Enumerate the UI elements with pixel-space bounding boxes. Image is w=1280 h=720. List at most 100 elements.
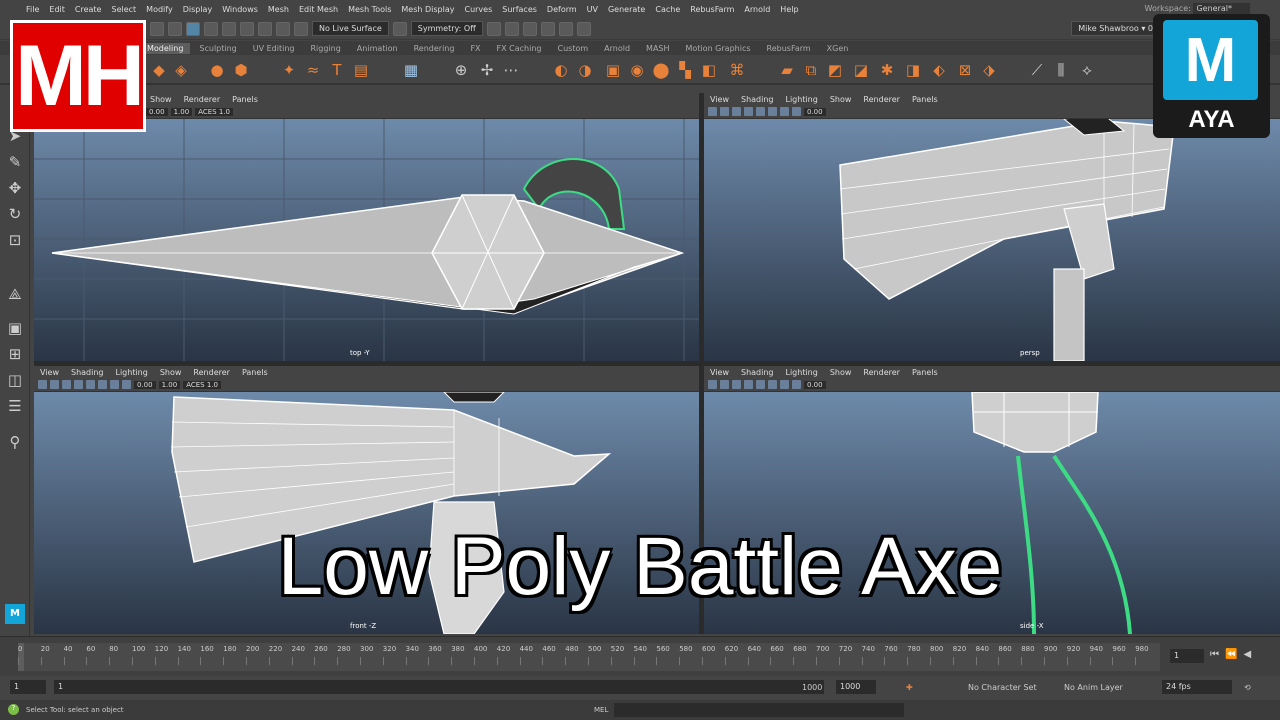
symmetry-icon[interactable]: [392, 21, 407, 36]
wireframe-icon[interactable]: [732, 107, 741, 116]
panel-menu-panels[interactable]: Panels: [912, 95, 938, 104]
shaded-icon[interactable]: [744, 107, 753, 116]
range-bar[interactable]: 1: [54, 680, 824, 694]
shadow-icon[interactable]: [780, 107, 789, 116]
wireframe-icon[interactable]: [732, 380, 741, 389]
step-back-icon[interactable]: ⏪: [1225, 649, 1237, 660]
menu-curves[interactable]: Curves: [464, 5, 492, 14]
component-mode-icon[interactable]: [204, 21, 218, 36]
panel-menu-show[interactable]: Show: [830, 95, 852, 104]
shadow-icon[interactable]: [110, 380, 119, 389]
light-icon[interactable]: [768, 107, 777, 116]
menu-uv[interactable]: UV: [587, 5, 598, 14]
curve-icon[interactable]: ≈: [304, 61, 322, 79]
shelf-tab-fx-caching[interactable]: FX Caching: [490, 43, 549, 54]
xray-icon[interactable]: [792, 380, 801, 389]
panel-menu-show[interactable]: Show: [830, 368, 852, 377]
panel-menu-show[interactable]: Show: [150, 95, 172, 104]
menu-generate[interactable]: Generate: [608, 5, 645, 14]
workspace-selector[interactable]: Workspace: General*: [1145, 3, 1250, 14]
redo-icon[interactable]: [168, 21, 182, 36]
star-icon[interactable]: ✦: [280, 61, 298, 79]
snap-curve-icon[interactable]: [240, 21, 254, 36]
menu-rebusfarm[interactable]: RebusFarm: [690, 5, 734, 14]
colorspace-field[interactable]: ACES 1.0: [195, 107, 233, 116]
extrude-icon[interactable]: ◩: [826, 61, 844, 79]
outliner-icon[interactable]: ☰: [5, 396, 25, 416]
pause-icon[interactable]: [576, 21, 591, 36]
panel-menu-renderer[interactable]: Renderer: [863, 95, 900, 104]
gamma-field[interactable]: 1.00: [170, 107, 193, 116]
panel-menu-shading[interactable]: Shading: [741, 95, 774, 104]
panel-menu-renderer[interactable]: Renderer: [193, 368, 230, 377]
menu-cache[interactable]: Cache: [655, 5, 680, 14]
move-icon[interactable]: ✥: [5, 178, 25, 198]
texture-icon[interactable]: [756, 107, 765, 116]
poke-icon[interactable]: ⊠: [956, 61, 974, 79]
render-icon[interactable]: [504, 21, 519, 36]
shelf-tab-sculpting[interactable]: Sculpting: [192, 43, 243, 54]
lasso-tool-icon[interactable]: ✎: [5, 152, 25, 172]
extract-icon[interactable]: ▣: [604, 61, 622, 79]
grid-icon[interactable]: [720, 380, 729, 389]
camera-icon[interactable]: [708, 380, 717, 389]
menu-display[interactable]: Display: [183, 5, 213, 14]
shelf-tab-fx[interactable]: FX: [463, 43, 487, 54]
history-icon[interactable]: [486, 21, 501, 36]
menu-file[interactable]: File: [26, 5, 39, 14]
svg-icon[interactable]: ▤: [352, 61, 370, 79]
collapse-icon[interactable]: ◨: [904, 61, 922, 79]
snap-surface-icon[interactable]: [276, 21, 290, 36]
menu-deform[interactable]: Deform: [547, 5, 577, 14]
shadow-icon[interactable]: [780, 380, 789, 389]
freeze-icon[interactable]: ✢: [478, 61, 496, 79]
shaded-icon[interactable]: [74, 380, 83, 389]
grid-icon[interactable]: [720, 107, 729, 116]
single-layout-icon[interactable]: ▣: [5, 318, 25, 338]
menu-edit[interactable]: Edit: [49, 5, 65, 14]
panel-menu-lighting[interactable]: Lighting: [785, 95, 817, 104]
wedge-icon[interactable]: ⬗: [980, 61, 998, 79]
panel-menu-shading[interactable]: Shading: [741, 368, 774, 377]
hypershade-icon[interactable]: [558, 21, 573, 36]
panel-menu-panels[interactable]: Panels: [232, 95, 258, 104]
play-back-icon[interactable]: ◀: [1243, 649, 1251, 660]
workspace-value[interactable]: General*: [1193, 3, 1250, 14]
exposure-field[interactable]: 0.00: [804, 380, 826, 389]
boolean-icon[interactable]: ◉: [628, 61, 646, 79]
anim-layer-dropdown[interactable]: No Anim Layer: [1064, 683, 1123, 692]
menu-mesh-tools[interactable]: Mesh Tools: [348, 5, 391, 14]
viewport-top[interactable]: Show Renderer Panels 0.00 1.00 ACES 1.0 …: [34, 93, 699, 361]
two-layout-icon[interactable]: ◫: [5, 370, 25, 390]
cleanup-icon[interactable]: ⌘: [728, 61, 746, 79]
grid-icon[interactable]: [50, 380, 59, 389]
menu-mesh[interactable]: Mesh: [268, 5, 289, 14]
loop-icon[interactable]: ⟲: [1244, 683, 1251, 692]
fill-hole-icon[interactable]: ◪: [852, 61, 870, 79]
command-language[interactable]: MEL: [594, 706, 608, 714]
texture-icon[interactable]: [756, 380, 765, 389]
live-surface-field[interactable]: No Live Surface: [312, 21, 389, 36]
light-icon[interactable]: [768, 380, 777, 389]
menu-help[interactable]: Help: [780, 5, 798, 14]
exposure-field[interactable]: 0.00: [804, 107, 826, 116]
range-start-field[interactable]: 1: [10, 680, 46, 694]
light-icon[interactable]: [98, 380, 107, 389]
undo-icon[interactable]: [150, 21, 164, 36]
center-pivot-icon[interactable]: ⋯: [502, 61, 520, 79]
xray-icon[interactable]: [122, 380, 131, 389]
search-icon[interactable]: ⚲: [5, 432, 25, 452]
four-layout-icon[interactable]: ⊞: [5, 344, 25, 364]
bevel-icon[interactable]: ▰: [778, 61, 796, 79]
menu-create[interactable]: Create: [75, 5, 102, 14]
snap-point-icon[interactable]: [258, 21, 272, 36]
combine-icon[interactable]: ◐: [552, 61, 570, 79]
exposure-field[interactable]: 0.00: [146, 107, 168, 116]
render-settings-icon[interactable]: [540, 21, 555, 36]
panel-menu-renderer[interactable]: Renderer: [184, 95, 221, 104]
scale-icon[interactable]: ⊡: [5, 230, 25, 250]
shelf-tab-uv-editing[interactable]: UV Editing: [246, 43, 302, 54]
reduce-icon[interactable]: ▚: [676, 61, 694, 79]
rotate-icon[interactable]: ↻: [5, 204, 25, 224]
shelf-tab-motion-graphics[interactable]: Motion Graphics: [679, 43, 758, 54]
